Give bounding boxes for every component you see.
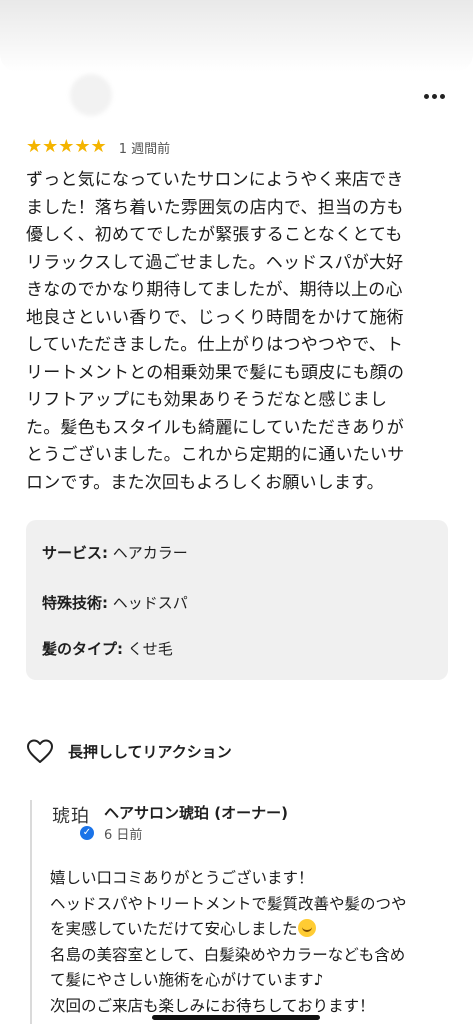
reviewer-avatar xyxy=(70,74,112,116)
review-line: ずっと気になっていたサロンにようやく来店でき xyxy=(26,170,404,190)
owner-name: ヘアサロン琥珀 (オーナー) xyxy=(104,804,288,822)
review-line: ロンです。また次回もよろしくお願いします。 xyxy=(26,472,384,493)
detail-value: ヘアカラー xyxy=(108,544,188,562)
detail-value: ヘッドスパ xyxy=(108,594,188,612)
review-line: ました！落ち着いた雰囲気の店内で、担当の方も xyxy=(26,197,404,218)
rating-row: ★★★★★ 1 週間前 xyxy=(26,136,170,158)
reply-line: 嬉しい口コミありがとうございます！ xyxy=(50,869,314,887)
smile-emoji-icon xyxy=(297,919,316,937)
detail-label: 特殊技術: xyxy=(42,594,108,612)
verified-badge-icon: ✓ xyxy=(80,826,94,840)
review-line: きなのでかなり期待してましたが、期待以上の心 xyxy=(26,280,403,300)
reply-line: ヘッドスパやトリートメントで髪質改善や髪のつや xyxy=(50,894,407,913)
detail-hair-type: 髪のタイプ: くせ毛 xyxy=(42,638,173,659)
star-rating-icon: ★★★★★ xyxy=(26,136,107,157)
reply-line: を実感していただけて安心しました xyxy=(50,917,450,943)
more-dot-icon xyxy=(431,93,437,99)
previous-review-fade xyxy=(0,0,473,72)
owner-reply: 琥珀 ✓ ヘアサロン琥珀 (オーナー) 6 日前 嬉しい口コミありがとうございま… xyxy=(30,800,452,1024)
reaction-button[interactable]: 長押ししてリアクション xyxy=(26,737,232,765)
home-indicator[interactable] xyxy=(152,1015,320,1020)
detail-service: サービス: ヘアカラー xyxy=(42,542,188,563)
reply-line: 名島の美容室として、白髪染めやカラーなども含め xyxy=(50,945,406,964)
review-line: 優しく、初めてでしたが緊張することなくとても xyxy=(26,225,403,245)
more-options-button[interactable] xyxy=(419,86,449,106)
review-line: とうございました。これから定期的に通いたいサ xyxy=(26,445,405,465)
review-line: 地良さといい香りで、じっくり時間をかけて施術 xyxy=(26,307,404,328)
owner-reply-time: 6 日前 xyxy=(104,828,143,843)
service-details-box: サービス: ヘアカラー 特殊技術: ヘッドスパ 髪のタイプ: くせ毛 xyxy=(26,520,448,680)
review-line: リラックスして過ごせました。ヘッドスパが大好 xyxy=(26,252,404,273)
review-line: していただきました。仕上がりはつやつやで、ト xyxy=(26,335,404,355)
review-line: た。髪色もスタイルも綺麗にしていただきありが xyxy=(26,417,404,438)
review-line: リフトアップにも効果ありそうだなと感じまし xyxy=(26,390,388,410)
owner-reply-text: 嬉しい口コミありがとうございます！ ヘッドスパやトリートメントで髪質改善や髪のつ… xyxy=(50,866,450,1019)
detail-value: くせ毛 xyxy=(123,640,173,658)
detail-label: 髪のタイプ: xyxy=(42,640,123,658)
detail-label: サービス: xyxy=(42,544,108,562)
review-time: 1 週間前 xyxy=(118,141,171,157)
detail-special-technique: 特殊技術: ヘッドスパ xyxy=(42,592,188,613)
more-dot-icon xyxy=(423,93,429,99)
review-text: ずっと気になっていたサロンにようやく来店でき ました！落ち着いた雰囲気の店内で、… xyxy=(26,167,451,497)
reply-line: て髪にやさしい施術を心がけています♪ xyxy=(50,971,324,989)
heart-outline-icon xyxy=(27,739,53,763)
owner-logo-text: 琥珀 xyxy=(52,806,90,827)
reaction-label: 長押ししてリアクション xyxy=(68,742,232,761)
more-dot-icon xyxy=(439,93,445,99)
review-line: リートメントとの相乗効果で髪にも頭皮にも顔の xyxy=(26,362,405,383)
